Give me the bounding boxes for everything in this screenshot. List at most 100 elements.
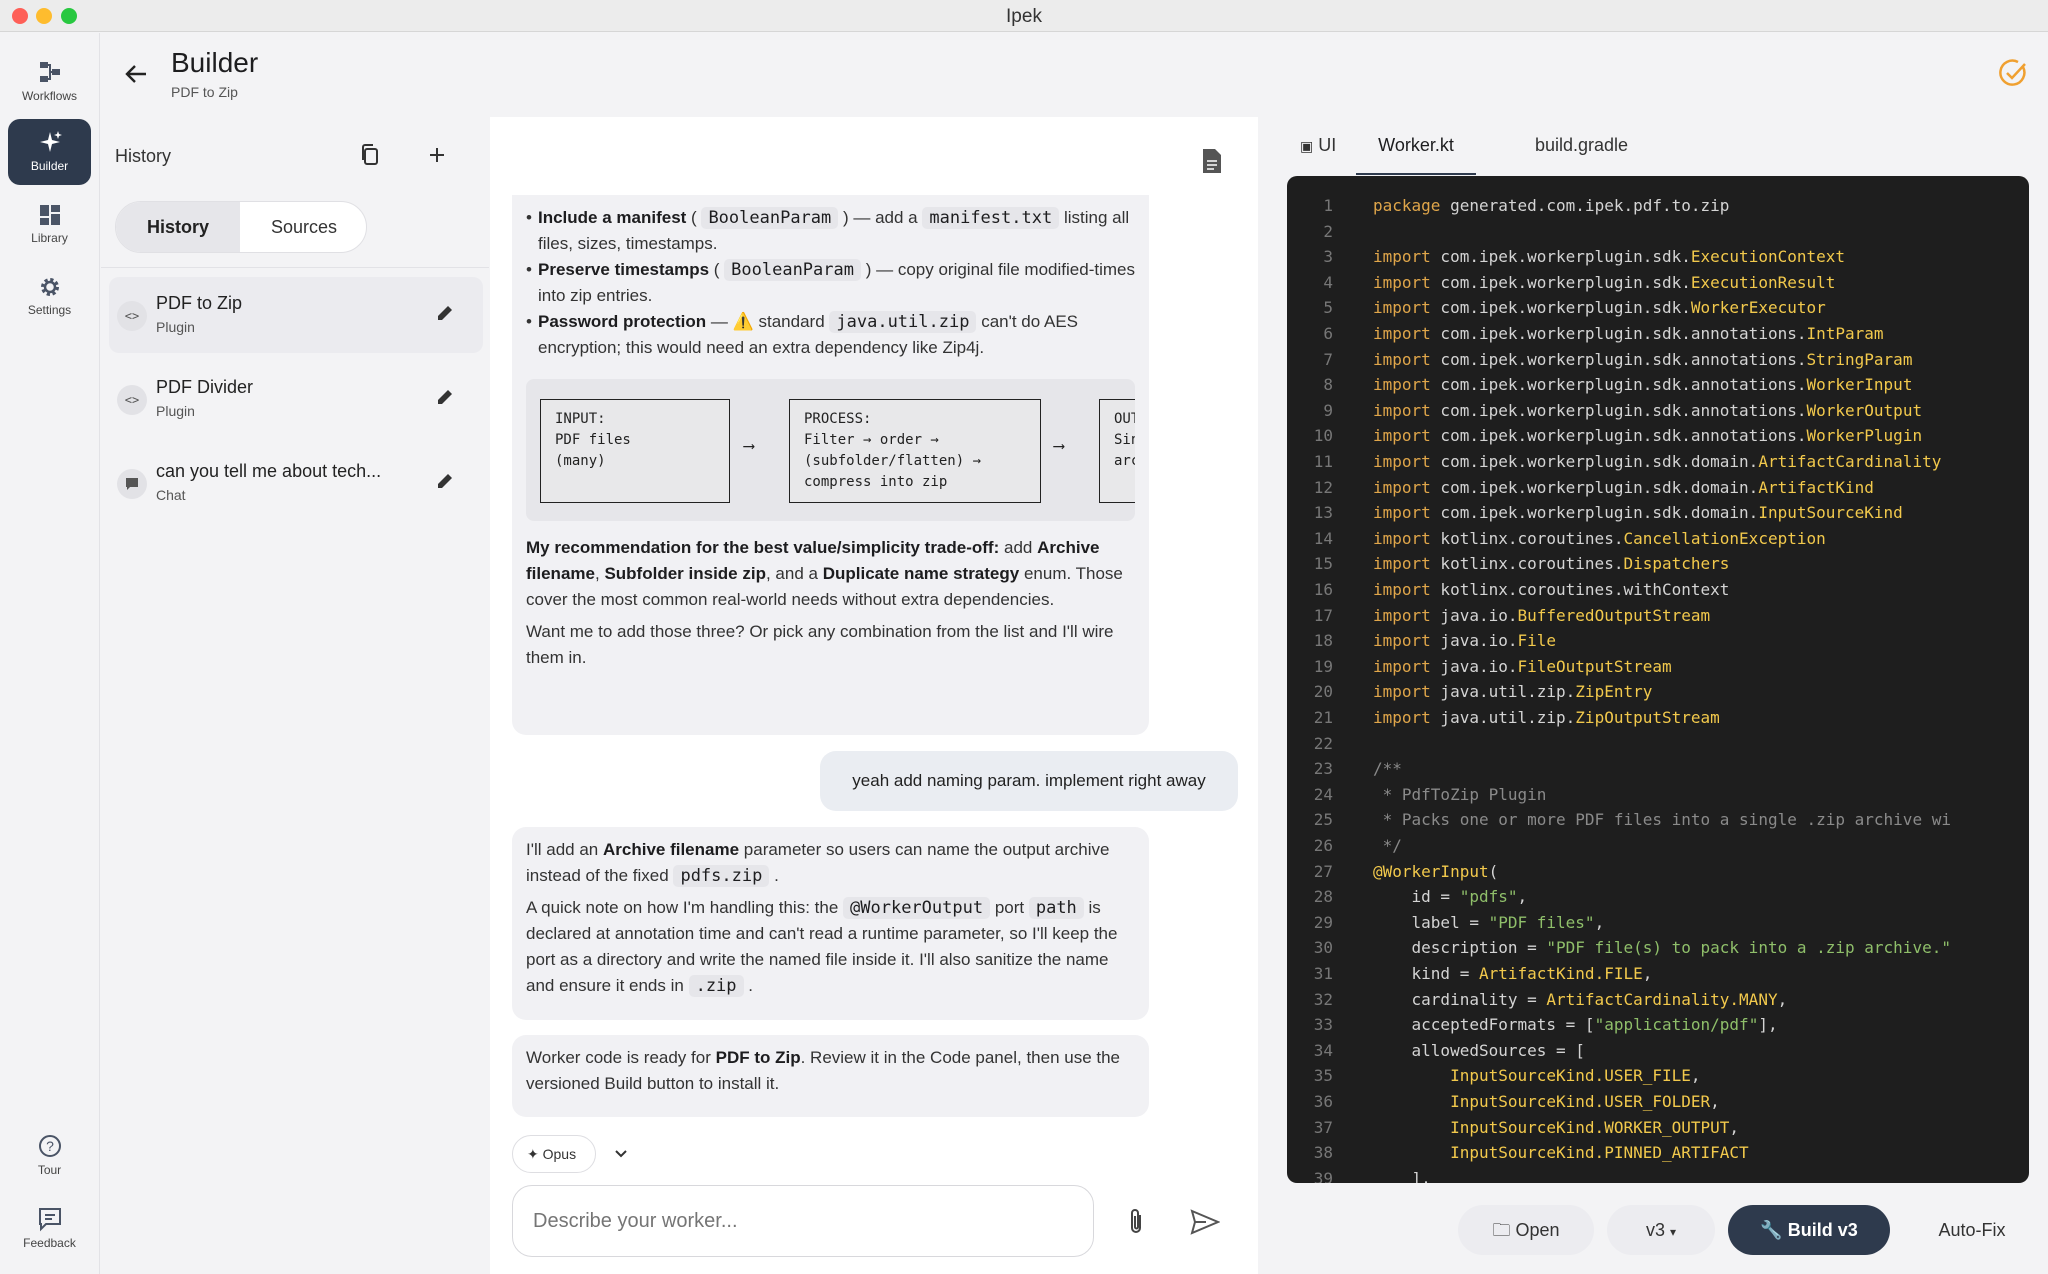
line-number: 1	[1323, 196, 1333, 215]
history-item-type: Plugin	[156, 403, 195, 419]
document-icon[interactable]	[1200, 147, 1224, 175]
copy-icon[interactable]	[358, 143, 382, 167]
send-icon[interactable]	[1190, 1209, 1220, 1235]
text: — add a	[853, 208, 918, 227]
plus-icon[interactable]	[425, 143, 449, 167]
paragraph: I'll add an Archive filename parameter s…	[526, 837, 1135, 889]
history-item-name: PDF Divider	[156, 377, 254, 397]
bold-text: Duplicate name strategy	[822, 564, 1020, 583]
tab-label: UI	[1318, 135, 1337, 155]
text: — ⚠️ standard	[710, 312, 825, 331]
rail-item-builder[interactable]: Builder	[8, 119, 91, 185]
line-number: 22	[1313, 733, 1333, 753]
tab-sources[interactable]: Sources	[240, 202, 368, 252]
code-line: InputSourceKind.WORKER_OUTPUT,	[1450, 1117, 1740, 1137]
text: ,	[594, 564, 600, 583]
inline-code: BooleanParam	[701, 207, 839, 229]
chat-icon	[117, 469, 147, 499]
message-input[interactable]	[512, 1185, 1094, 1257]
code-line: import com.ipek.workerplugin.sdk.annotat…	[1373, 426, 1923, 446]
rail-label: Feedback	[23, 1236, 76, 1250]
line-number: 4	[1323, 272, 1333, 292]
tab-history[interactable]: History	[116, 202, 240, 252]
code-line: /**	[1373, 759, 1402, 779]
history-item[interactable]: <> PDF to Zip Plugin	[109, 277, 483, 353]
code-line: InputSourceKind.USER_FILE,	[1450, 1066, 1701, 1086]
assistant-message: Include a manifest ( BooleanParam ) — ad…	[512, 195, 1149, 735]
code-line: label = "PDF files",	[1373, 912, 1605, 932]
rail-item-library[interactable]: Library	[8, 193, 91, 259]
line-number: 28	[1313, 887, 1333, 907]
tab-worker-kt[interactable]: Worker.kt	[1356, 135, 1476, 175]
code-line: * Packs one or more PDF files into a sin…	[1373, 810, 1951, 830]
pencil-icon[interactable]	[435, 303, 455, 323]
flow-diagram: INPUT: PDF files (many) ⟶ PROCESS: Filte…	[526, 379, 1135, 521]
code-line: import com.ipek.workerplugin.sdk.WorkerE…	[1373, 298, 1826, 318]
chevron-down-icon[interactable]	[614, 1147, 628, 1161]
line-number: 29	[1313, 912, 1333, 932]
code-line: ],	[1373, 1168, 1431, 1183]
text: Worker code is ready for	[526, 1048, 711, 1067]
code-line: package generated.com.ipek.pdf.to.zip	[1373, 196, 1730, 215]
pencil-icon[interactable]	[435, 471, 455, 491]
version-select[interactable]: v3 ▾	[1607, 1205, 1715, 1255]
rail-item-settings[interactable]: Settings	[8, 265, 91, 331]
check-circle-icon[interactable]	[1998, 58, 2028, 88]
window-titlebar: Ipek	[0, 0, 2048, 32]
code-line: import kotlinx.coroutines.CancellationEx…	[1373, 528, 1826, 548]
line-number: 11	[1313, 452, 1333, 471]
code-line: import com.ipek.workerplugin.sdk.domain.…	[1373, 477, 1874, 497]
tab-ui[interactable]: ▣ UI	[1300, 135, 1336, 175]
code-line: import java.util.zip.ZipEntry	[1373, 682, 1653, 702]
line-number: 14	[1313, 528, 1333, 548]
user-message: yeah add naming param. implement right a…	[820, 751, 1238, 811]
open-button[interactable]: 🗀 Open	[1458, 1205, 1594, 1255]
button-label: Build v3	[1787, 1220, 1858, 1240]
library-icon	[39, 205, 60, 225]
build-button[interactable]: 🔧 Build v3	[1728, 1205, 1890, 1255]
code-line: import com.ipek.workerplugin.sdk.domain.…	[1373, 452, 1942, 471]
history-sources-toggle: History Sources	[115, 201, 367, 253]
code-line: */	[1373, 836, 1402, 855]
code-editor[interactable]: 1 package generated.com.ipek.pdf.to.zip 2 3…	[1287, 176, 2029, 1183]
help-icon: ?	[38, 1135, 61, 1157]
inline-code: BooleanParam	[724, 259, 861, 281]
line-number: 3	[1323, 247, 1333, 267]
line-number: 7	[1323, 349, 1333, 369]
code-panel: ▣ UI Worker.kt build.gradle 1 package gen…	[1262, 117, 2048, 1274]
model-selector[interactable]: ✦ Opus	[512, 1135, 596, 1173]
rail-item-tour[interactable]: ? Tour	[8, 1123, 91, 1189]
code-line: import com.ipek.workerplugin.sdk.Executi…	[1373, 247, 1846, 267]
paperclip-icon[interactable]	[1124, 1207, 1148, 1237]
history-item[interactable]: <> PDF Divider Plugin	[109, 361, 483, 437]
code-line: import java.io.FileOutputStream	[1373, 656, 1672, 676]
rail-item-feedback[interactable]: Feedback	[8, 1196, 91, 1262]
history-item-type: Plugin	[156, 319, 195, 335]
pencil-icon[interactable]	[435, 387, 455, 407]
folder-icon: 🗀	[1492, 1220, 1511, 1240]
line-number: 13	[1313, 503, 1333, 523]
code-line: cardinality = ArtifactCardinality.MANY,	[1373, 989, 1788, 1009]
button-label: Open	[1515, 1220, 1560, 1240]
line-number: 37	[1313, 1117, 1333, 1137]
workflows-icon	[39, 62, 60, 82]
svg-text:?: ?	[46, 1138, 54, 1154]
back-arrow-icon[interactable]	[120, 58, 152, 90]
bold-text: Password protection	[538, 312, 707, 331]
tab-build-gradle[interactable]: build.gradle	[1535, 135, 1628, 175]
list-item: Password protection — ⚠️ standard java.u…	[526, 309, 1135, 361]
feedback-icon	[38, 1208, 61, 1232]
bold-text: PDF to Zip	[715, 1048, 801, 1067]
history-item[interactable]: can you tell me about tech... Chat	[109, 445, 483, 521]
code-line: @WorkerInput(	[1373, 861, 1499, 881]
rail-item-workflows[interactable]: Workflows	[8, 49, 91, 115]
code-line: import com.ipek.workerplugin.sdk.annotat…	[1373, 375, 1913, 395]
code-line: import com.ipek.workerplugin.sdk.annotat…	[1373, 400, 1923, 420]
line-number: 9	[1323, 400, 1333, 420]
autofix-button[interactable]: Auto-Fix	[1904, 1205, 2040, 1255]
inline-code: java.util.zip	[829, 311, 977, 333]
code-line: InputSourceKind.PINNED_ARTIFACT	[1450, 1143, 1749, 1163]
line-number: 12	[1313, 477, 1333, 497]
list-item: Preserve timestamps ( BooleanParam ) — c…	[526, 257, 1135, 309]
bold-text: Preserve timestamps	[538, 260, 710, 279]
